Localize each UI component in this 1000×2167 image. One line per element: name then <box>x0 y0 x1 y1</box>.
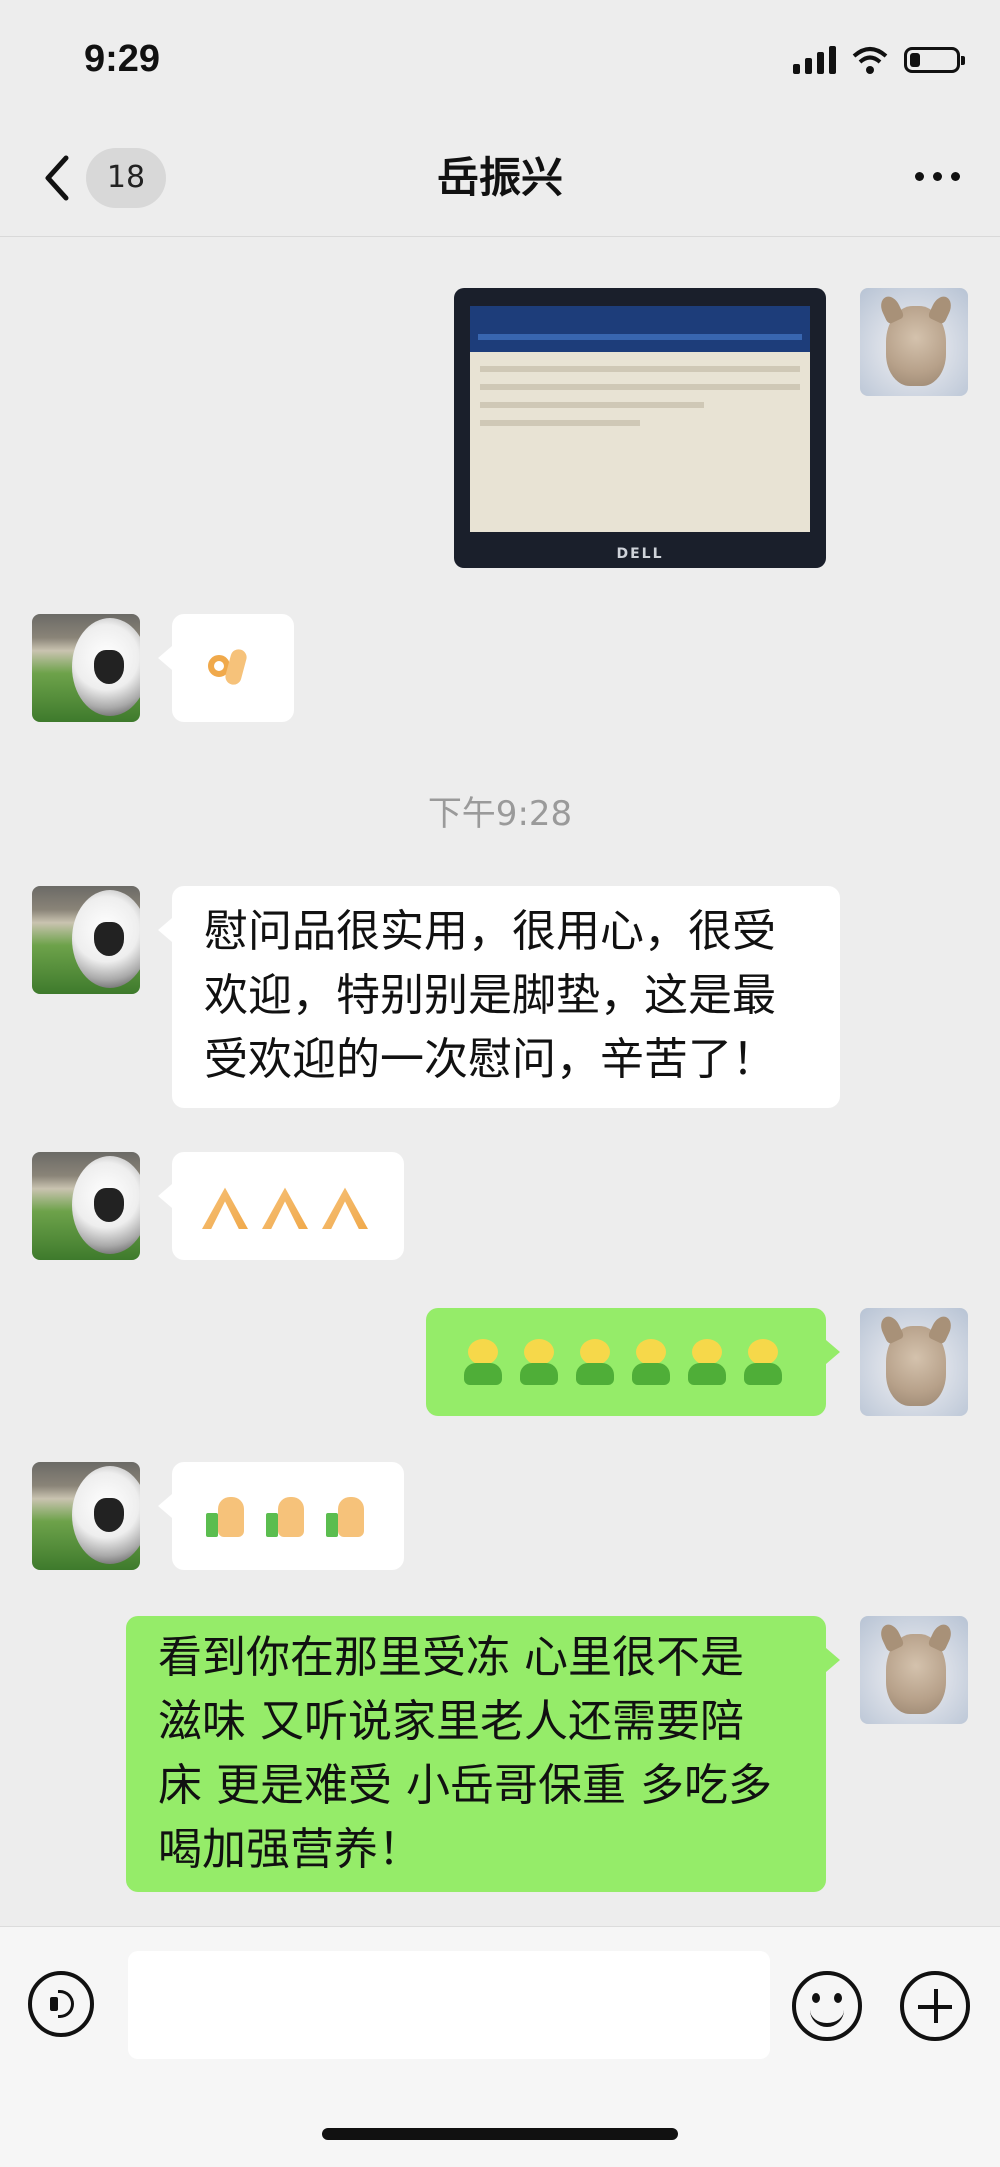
message-timestamp: 下午9:28 <box>427 794 573 834</box>
message-line: 喝加强营养！ <box>158 1824 422 1875</box>
contact-avatar[interactable] <box>32 1152 140 1260</box>
my-avatar[interactable] <box>860 288 968 396</box>
battery-icon <box>904 47 965 73</box>
status-time: 9:29 <box>84 38 161 80</box>
more-button[interactable] <box>915 172 960 181</box>
message-line: 欢迎，特别别是脚垫，这是最 <box>204 970 776 1021</box>
message-line: 慰问品很实用，很用心，很受 <box>204 906 776 957</box>
message-line: 看到你在那里受冻 心里很不是 <box>158 1632 744 1683</box>
message-line: 滋味 又听说家里老人还需要陪 <box>158 1696 744 1747</box>
bow-emoji-icon <box>628 1339 674 1385</box>
bow-emoji-icon <box>572 1339 618 1385</box>
respect-emoji-icon <box>202 1187 248 1229</box>
plus-button[interactable] <box>900 1971 970 2041</box>
chat-header: 18 岳振兴 <box>0 120 1000 237</box>
bow-emoji-icon <box>740 1339 786 1385</box>
thumbs-up-emoji-icon <box>322 1493 368 1539</box>
voice-button[interactable] <box>28 1971 94 2037</box>
emoji-button[interactable] <box>792 1971 862 2041</box>
wifi-icon <box>852 47 888 74</box>
thumbs-up-emoji-icon <box>202 1493 248 1539</box>
status-icons <box>793 46 965 74</box>
chat-title: 岳振兴 <box>436 153 563 202</box>
thumbs-up-emoji-icon <box>262 1493 308 1539</box>
message-bubble-clap-emojis[interactable] <box>158 1152 404 1260</box>
monitor-screen <box>470 306 810 532</box>
message-bubble-sticker-emojis[interactable] <box>426 1308 840 1416</box>
image-message-monitor-photo[interactable]: DELL <box>454 288 826 568</box>
message-bubble-text[interactable]: 看到你在那里受冻 心里很不是 滋味 又听说家里老人还需要陪 床 更是难受 小岳哥… <box>126 1616 840 1892</box>
message-bubble-thumbs-emojis[interactable] <box>158 1462 404 1570</box>
monitor-brand-logo: DELL <box>616 546 664 562</box>
status-bar: 9:29 <box>0 0 1000 120</box>
message-bubble-ok-emoji[interactable] <box>158 614 294 722</box>
message-input[interactable] <box>128 1951 770 2059</box>
message-bubble-text[interactable]: 慰问品很实用，很用心，很受 欢迎，特别别是脚垫，这是最 受欢迎的一次慰问，辛苦了… <box>158 886 840 1108</box>
message-line: 受欢迎的一次慰问，辛苦了！ <box>204 1034 776 1085</box>
signal-icon <box>793 46 836 74</box>
contact-avatar[interactable] <box>32 886 140 994</box>
bow-emoji-icon <box>460 1339 506 1385</box>
home-indicator <box>322 2128 678 2140</box>
bow-emoji-icon <box>684 1339 730 1385</box>
contact-avatar[interactable] <box>32 614 140 722</box>
bow-emoji-icon <box>516 1339 562 1385</box>
message-line: 床 更是难受 小岳哥保重 多吃多 <box>158 1760 772 1811</box>
more-dots-icon <box>915 172 924 181</box>
respect-emoji-icon <box>322 1187 368 1229</box>
respect-emoji-icon <box>262 1187 308 1229</box>
my-avatar[interactable] <box>860 1308 968 1416</box>
contact-avatar[interactable] <box>32 1462 140 1570</box>
my-avatar[interactable] <box>860 1616 968 1724</box>
ok-hand-emoji-icon <box>202 645 248 691</box>
